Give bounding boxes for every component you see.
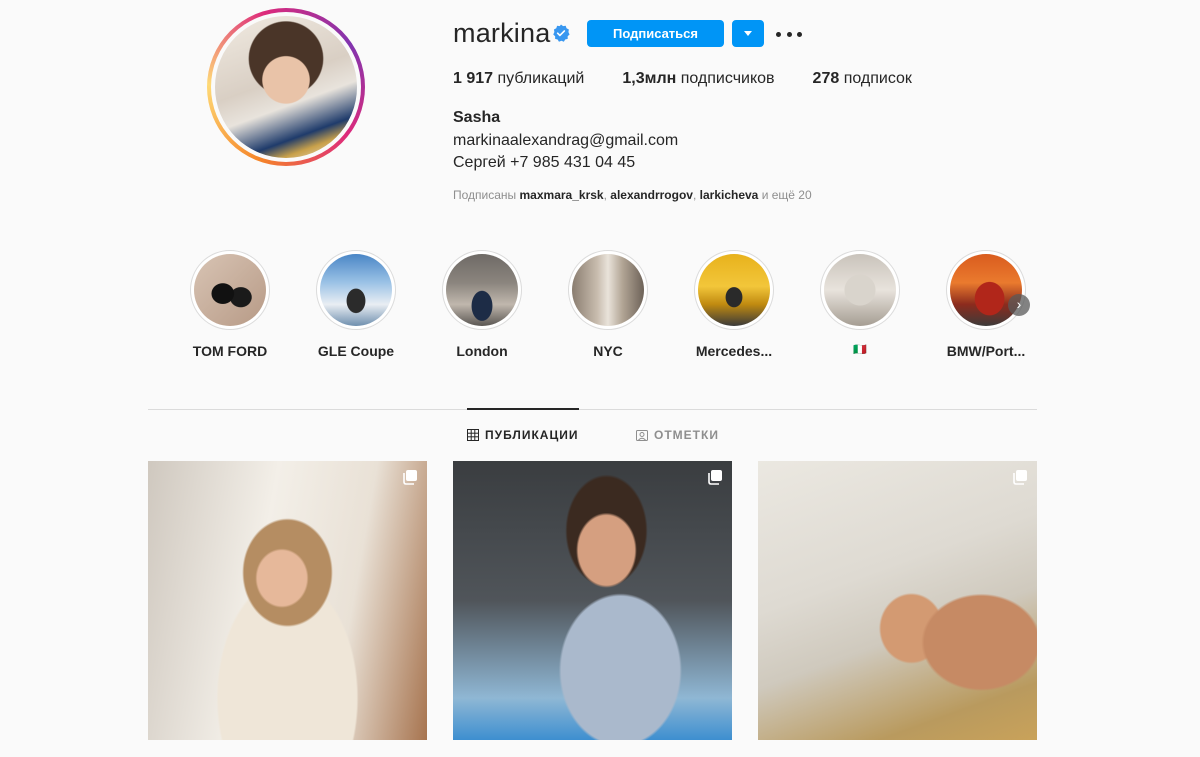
highlight-ring [568, 250, 648, 330]
followed-by-prefix: Подписаны [453, 188, 517, 202]
avatar-inner [211, 12, 361, 162]
highlight-item[interactable]: GLE Coupe [316, 250, 396, 359]
tabs-divider [148, 409, 1037, 410]
multiple-images-icon [1013, 470, 1027, 485]
tab-tagged-label: ОТМЕТКИ [654, 428, 719, 442]
post-thumbnail[interactable] [453, 461, 732, 740]
highlight-cover [572, 254, 644, 326]
followed-by-account[interactable]: larkicheva [700, 188, 759, 202]
follow-button[interactable]: Подписаться [587, 20, 724, 47]
following-label: подписок [843, 70, 912, 87]
posts-stat: 1 917 публикаций [453, 70, 584, 88]
chevron-down-icon [744, 31, 752, 36]
posts-label: публикаций [497, 70, 585, 87]
profile-avatar[interactable] [207, 8, 365, 166]
highlight-label: NYC [593, 343, 623, 359]
story-highlights: TOM FORD GLE Coupe London NYC Mercedes..… [190, 250, 1030, 365]
multiple-images-icon [403, 470, 417, 485]
tagged-icon [636, 430, 648, 441]
highlight-item[interactable]: 🇮🇹 [820, 250, 900, 356]
following-stat[interactable]: 278 подписок [813, 70, 912, 88]
followed-by-account[interactable]: maxmara_krsk [520, 188, 604, 202]
followed-by-suffix: и ещё 20 [761, 188, 812, 202]
highlight-ring [820, 250, 900, 330]
highlight-ring [946, 250, 1026, 330]
more-options-icon[interactable] [776, 24, 802, 44]
followed-by-account[interactable]: alexandrrogov [610, 188, 693, 202]
multiple-images-icon [708, 470, 722, 485]
active-tab-indicator [467, 408, 579, 410]
highlight-label: 🇮🇹 [853, 344, 867, 356]
tab-posts[interactable]: ПУБЛИКАЦИИ [467, 428, 578, 442]
post-thumbnail[interactable] [758, 461, 1037, 740]
username: markina [453, 18, 551, 48]
highlight-label: BMW/Port... [946, 343, 1026, 359]
full-name: Sasha [453, 109, 501, 126]
suggested-dropdown-button[interactable] [732, 20, 764, 47]
bio-phone: Сергей +7 985 431 04 45 [453, 154, 636, 171]
verified-badge-icon [553, 24, 570, 42]
followed-by[interactable]: Подписаны maxmara_krsk, alexandrrogov, l… [453, 188, 812, 202]
following-count: 278 [812, 70, 840, 87]
chevron-right-icon[interactable]: › [1008, 294, 1030, 316]
highlight-cover [446, 254, 518, 326]
highlight-ring [316, 250, 396, 330]
followers-label: подписчиков [680, 70, 775, 87]
avatar-image [215, 16, 357, 158]
bio-email: markinaalexandrag@gmail.com [453, 132, 679, 149]
post-thumbnail[interactable] [148, 461, 427, 740]
highlight-item[interactable]: London [442, 250, 522, 359]
highlight-item[interactable]: Mercedes... [694, 250, 774, 359]
profile-page: markina Подписаться 1 917 публикаций 1,3… [0, 0, 1200, 757]
highlight-cover [320, 254, 392, 326]
highlight-label: Mercedes... [695, 343, 773, 359]
highlight-cover [950, 254, 1022, 326]
highlight-item[interactable]: NYC [568, 250, 648, 359]
highlight-ring [442, 250, 522, 330]
tab-tagged[interactable]: ОТМЕТКИ [636, 428, 719, 442]
highlight-ring [694, 250, 774, 330]
highlight-item[interactable]: TOM FORD [190, 250, 270, 359]
posts-count: 1 917 [453, 70, 494, 87]
highlight-label: London [456, 343, 508, 359]
followers-stat[interactable]: 1,3млн подписчиков [622, 70, 774, 88]
highlight-label: TOM FORD [192, 343, 268, 359]
highlight-ring [190, 250, 270, 330]
highlight-cover [824, 254, 896, 326]
highlight-cover [194, 254, 266, 326]
tab-posts-label: ПУБЛИКАЦИИ [485, 428, 579, 442]
grid-icon [467, 429, 479, 441]
highlight-cover [698, 254, 770, 326]
profile-stats: 1 917 публикаций 1,3млн подписчиков 278 … [453, 70, 950, 88]
highlight-label: GLE Coupe [317, 343, 395, 359]
followers-count: 1,3млн [622, 70, 677, 87]
